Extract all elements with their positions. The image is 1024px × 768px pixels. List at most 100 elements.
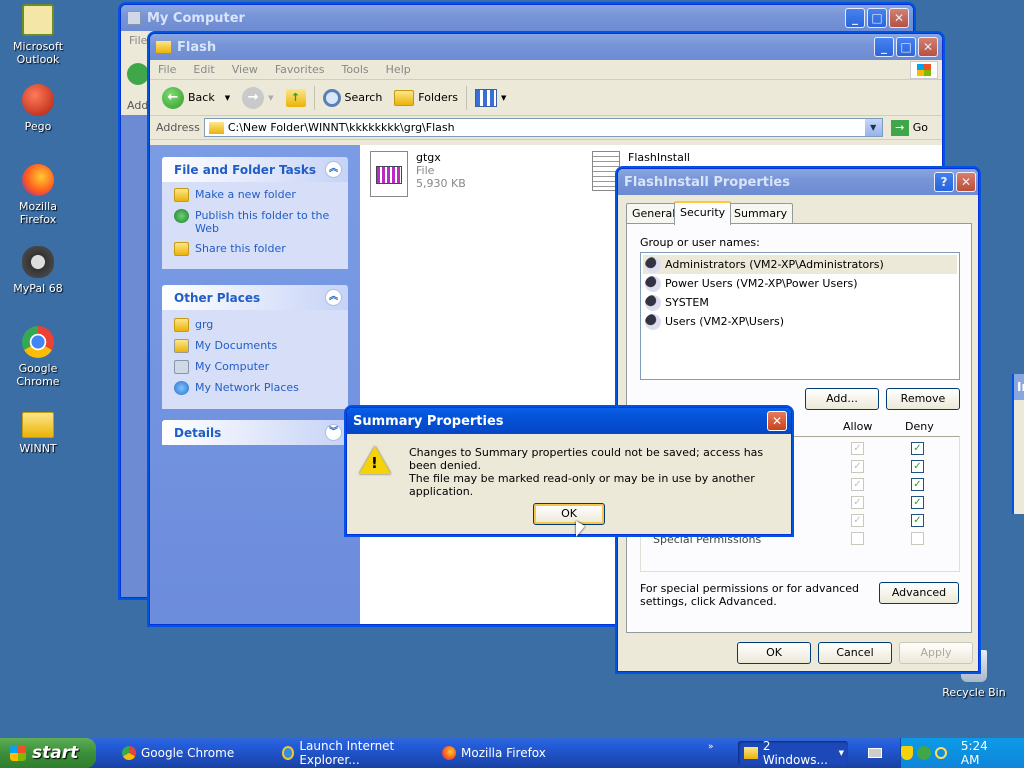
menu-help[interactable]: Help [386, 63, 411, 76]
desktop-icon-pego[interactable]: Pego [0, 84, 76, 133]
add-button[interactable]: Add... [805, 388, 879, 410]
menu-file[interactable]: File [158, 63, 176, 76]
taskbar-label: 2 Windows... [762, 739, 828, 767]
collapse-chevron-icon[interactable]: ︽ [325, 161, 342, 178]
close-button[interactable]: ✕ [889, 8, 909, 28]
tab-security[interactable]: Security [674, 201, 732, 225]
back-button[interactable]: ← Back ▼ [158, 84, 234, 112]
allow-checkbox-1[interactable]: ✓ [851, 442, 864, 455]
file-folder-tasks-header[interactable]: File and Folder Tasks ︽ [162, 157, 348, 182]
deny-checkbox-2[interactable]: ✓ [911, 460, 924, 473]
maximize-button[interactable]: □ [896, 37, 916, 57]
apply-button[interactable]: Apply [899, 642, 973, 664]
taskbar-label: Google Chrome [141, 746, 235, 760]
allow-checkbox-5[interactable]: ✓ [851, 514, 864, 527]
search-icon[interactable] [934, 747, 947, 759]
desktop-icon-winnt[interactable]: WINNT [0, 408, 76, 455]
place-my-computer[interactable]: My Computer [174, 360, 338, 374]
file-item-gtgx[interactable]: gtgx File 5,930 KB [370, 151, 466, 197]
explorer-titlebar[interactable]: Flash _ □ ✕ [150, 34, 942, 60]
deny-checkbox-special[interactable] [911, 532, 924, 545]
allow-checkbox-3[interactable]: ✓ [851, 478, 864, 491]
maximize-button[interactable]: □ [867, 8, 887, 28]
partial-window[interactable]: In [1012, 374, 1024, 514]
my-computer-titlebar[interactable]: My Computer _ □ ✕ [121, 5, 913, 31]
advanced-button[interactable]: Advanced [879, 582, 959, 604]
address-input[interactable]: C:\New Folder\WINNT\kkkkkkkk\grg\Flash ▼ [203, 118, 883, 137]
taskbar-windows-group[interactable]: 2 Windows... ▼ [738, 739, 848, 767]
start-button[interactable]: start [0, 738, 96, 768]
folders-icon [394, 89, 415, 106]
search-button[interactable]: Search [319, 84, 387, 112]
taskbar-chrome[interactable]: Google Chrome [116, 741, 271, 765]
collapse-chevron-icon[interactable]: ︽ [325, 289, 342, 306]
taskbar-firefox[interactable]: Mozilla Firefox [436, 741, 590, 765]
summary-error-dialog[interactable]: Summary Properties ✕ ! Changes to Summar… [346, 407, 792, 535]
views-button[interactable]: ▼ [471, 84, 510, 112]
user-name: Users (VM2-XP\Users) [665, 315, 784, 328]
properties-titlebar[interactable]: FlashInstall Properties ? ✕ [618, 169, 978, 195]
views-icon [475, 88, 498, 107]
user-row-users[interactable]: Users (VM2-XP\Users) [643, 312, 957, 331]
desktop-icon-firefox[interactable]: Mozilla Firefox [0, 164, 76, 226]
network-icon[interactable] [916, 746, 931, 760]
allow-checkbox-2[interactable]: ✓ [851, 460, 864, 473]
help-button[interactable]: ? [934, 172, 954, 192]
allow-checkbox-4[interactable]: ✓ [851, 496, 864, 509]
menu-tools[interactable]: Tools [342, 63, 369, 76]
summary-ok-button[interactable]: OK [533, 503, 605, 525]
other-places-header[interactable]: Other Places ︽ [162, 285, 348, 310]
remove-button[interactable]: Remove [886, 388, 960, 410]
deny-checkbox-1[interactable]: ✓ [911, 442, 924, 455]
address-dropdown-icon[interactable]: ▼ [864, 119, 882, 136]
expand-chevron-icon[interactable]: ︾ [325, 424, 342, 441]
allow-checkbox-special[interactable] [851, 532, 864, 545]
place-my-network[interactable]: My Network Places [174, 381, 338, 395]
text-file-icon [592, 151, 620, 191]
clock[interactable]: 5:24 AM [961, 739, 1010, 767]
details-header[interactable]: Details ︾ [162, 420, 348, 445]
task-make-new-folder[interactable]: Make a new folder [174, 188, 338, 202]
close-button[interactable]: ✕ [956, 172, 976, 192]
place-my-documents[interactable]: My Documents [174, 339, 338, 353]
minimize-button[interactable]: _ [845, 8, 865, 28]
user-row-system[interactable]: SYSTEM [643, 293, 957, 312]
folder-icon [22, 412, 54, 438]
ok-button[interactable]: OK [737, 642, 811, 664]
cancel-button[interactable]: Cancel [818, 642, 892, 664]
shield-icon[interactable] [901, 746, 913, 760]
user-row-administrators[interactable]: Administrators (VM2-XP\Administrators) [643, 255, 957, 274]
place-grg[interactable]: grg [174, 318, 338, 332]
deny-checkbox-4[interactable]: ✓ [911, 496, 924, 509]
close-button[interactable]: ✕ [767, 411, 787, 431]
tab-summary[interactable]: Summary [728, 203, 794, 223]
summary-titlebar[interactable]: Summary Properties ✕ [347, 408, 791, 434]
users-list[interactable]: Administrators (VM2-XP\Administrators) P… [640, 252, 960, 380]
taskbar-overflow-icon[interactable]: » [708, 742, 714, 752]
desktop-icon-mypal[interactable]: MyPal 68 [0, 246, 76, 295]
deny-checkbox-3[interactable]: ✓ [911, 478, 924, 491]
close-button[interactable]: ✕ [918, 37, 938, 57]
folders-button[interactable]: Folders [390, 84, 462, 112]
task-label: Share this folder [195, 242, 286, 255]
file-size: 5,930 KB [416, 177, 466, 190]
deny-checkbox-5[interactable]: ✓ [911, 514, 924, 527]
taskbar-ie[interactable]: Launch Internet Explorer... [276, 739, 432, 767]
menu-favorites[interactable]: Favorites [275, 63, 325, 76]
dropdown-arrow-icon[interactable]: ▼ [225, 94, 230, 102]
user-row-power-users[interactable]: Power Users (VM2-XP\Power Users) [643, 274, 957, 293]
forward-button[interactable]: → ▼ [238, 84, 277, 112]
menu-edit[interactable]: Edit [193, 63, 214, 76]
dropdown-arrow-icon[interactable]: ▼ [268, 94, 273, 102]
firefox-icon [22, 164, 54, 196]
up-folder-button[interactable]: ↑ [282, 84, 310, 112]
desktop-icon-outlook[interactable]: Microsoft Outlook [0, 4, 76, 66]
desktop-icon-chrome[interactable]: Google Chrome [0, 326, 76, 388]
menu-view[interactable]: View [232, 63, 258, 76]
go-button[interactable]: → Go [887, 114, 942, 142]
keyboard-icon[interactable] [868, 748, 882, 758]
task-share-folder[interactable]: Share this folder [174, 242, 338, 256]
task-publish-web[interactable]: Publish this folder to the Web [174, 209, 338, 235]
minimize-button[interactable]: _ [874, 37, 894, 57]
deny-header: Deny [905, 420, 934, 433]
